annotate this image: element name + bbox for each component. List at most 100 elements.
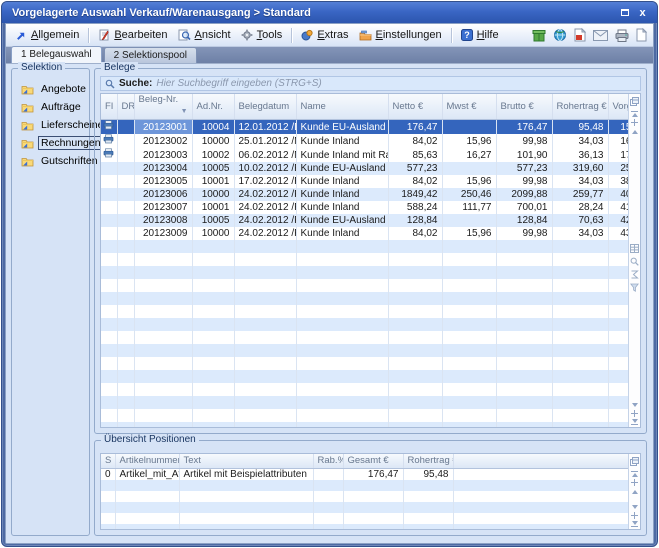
cell-netto — [388, 266, 442, 279]
close-icon[interactable]: x — [636, 7, 649, 19]
menu-hilfe[interactable]: ?Hilfe — [456, 27, 504, 43]
position-row[interactable]: 0Artikel_mit_AttributenArtikel mit Beisp… — [101, 468, 628, 480]
column-header-FI[interactable]: FI — [101, 94, 117, 120]
column-header-Vorgang[interactable]: Vorgang — [608, 94, 628, 120]
restore-icon[interactable] — [618, 7, 631, 19]
beleg-row-20123003[interactable]: 201230031000206.02.2012 /MoKunde Inland … — [101, 148, 628, 162]
sidebar-item-angebote[interactable]: Angebote — [12, 80, 89, 98]
column-header-DR[interactable]: DR — [117, 94, 134, 120]
pos-column-header-S[interactable]: S — [101, 454, 115, 468]
pos-column-header-Gesamt €[interactable]: Gesamt € — [343, 454, 403, 468]
mail-icon[interactable] — [593, 30, 608, 41]
sidebar-item-gutschriften[interactable]: Gutschriften — [12, 152, 89, 170]
pos-column-header-blank[interactable] — [453, 454, 628, 468]
filter-tool-icon[interactable] — [630, 283, 639, 292]
beleg-row-empty[interactable] — [101, 357, 628, 370]
cell-vorgang — [608, 266, 628, 279]
beleg-row-empty[interactable] — [101, 318, 628, 331]
pos-column-header-Artikelnummer[interactable]: Artikelnummer — [115, 454, 179, 468]
cell-brutto — [496, 409, 552, 422]
beleg-row-20123006[interactable]: 201230061000024.02.2012 /FrKunde Inland1… — [101, 188, 628, 201]
column-chooser-icon[interactable] — [630, 457, 639, 466]
column-header-Belegdatum[interactable]: Belegdatum — [234, 94, 296, 120]
beleg-row-empty[interactable] — [101, 253, 628, 266]
column-header-Brutto €[interactable]: Brutto € — [496, 94, 552, 120]
pos-column-header-Rohertrag €[interactable]: Rohertrag € — [403, 454, 453, 468]
beleg-row-empty[interactable] — [101, 409, 628, 422]
menu-einstellungen[interactable]: Einstellungen — [354, 27, 447, 43]
scroll-next-button[interactable] — [632, 502, 638, 511]
column-header-Netto €[interactable]: Netto € — [388, 94, 442, 120]
scroll-first-button[interactable] — [631, 109, 638, 118]
tab-2-selektionspool[interactable]: 2 Selektionspool — [104, 47, 197, 63]
menu-extras[interactable]: Extras — [296, 27, 353, 43]
beleg-row-empty[interactable] — [101, 266, 628, 279]
beleg-row-20123004[interactable]: 201230041000510.02.2012 /FrKunde EU-Ausl… — [101, 162, 628, 175]
column-header-Mwst €[interactable]: Mwst € — [442, 94, 496, 120]
menu-tools[interactable]: Tools — [236, 27, 288, 43]
document-pdf-icon[interactable] — [574, 28, 586, 42]
column-header-Ad.Nr.[interactable]: Ad.Nr. — [192, 94, 234, 120]
beleg-row-empty[interactable] — [101, 370, 628, 383]
globe-icon[interactable] — [553, 28, 567, 42]
position-row-empty[interactable] — [101, 491, 628, 502]
beleg-row-empty[interactable] — [101, 344, 628, 357]
beleg-row-20123009[interactable]: 201230091000024.02.2012 /FrKunde Inland8… — [101, 227, 628, 240]
scroll-up-button[interactable] — [631, 118, 638, 127]
beleg-row-empty[interactable] — [101, 422, 628, 427]
grid-tool-icon[interactable] — [630, 244, 639, 253]
menu-label: Hilfe — [477, 29, 499, 41]
menu-label: Allgemein — [31, 29, 79, 41]
sidebar-item-lieferscheine[interactable]: Lieferscheine — [12, 116, 89, 134]
cell-_ — [453, 513, 628, 524]
position-row-empty[interactable] — [101, 502, 628, 513]
beleg-row-empty[interactable] — [101, 396, 628, 409]
column-header-Rohertrag €[interactable]: Rohertrag € — [552, 94, 608, 120]
column-chooser-icon[interactable] — [630, 97, 639, 106]
folder-doc-icon — [21, 102, 34, 113]
position-row-empty[interactable] — [101, 480, 628, 491]
sidebar-item-rechnungen[interactable]: Rechnungen — [12, 134, 89, 152]
cell-fi — [101, 344, 117, 357]
sidebar-item-aufträge[interactable]: Aufträge — [12, 98, 89, 116]
scroll-last-button[interactable] — [631, 520, 638, 529]
sum-tool-icon[interactable] — [630, 270, 639, 279]
scroll-last-button[interactable] — [631, 418, 638, 427]
position-row-empty[interactable] — [101, 524, 628, 530]
scroll-prev-button[interactable] — [632, 487, 638, 496]
pos-column-header-Rab.%[interactable]: Rab.% — [313, 454, 343, 468]
beleg-row-20123001[interactable]: 201230011000412.01.2012 /DoKunde EU-Ausl… — [101, 120, 628, 135]
scroll-up-button[interactable] — [631, 478, 638, 487]
scroll-down-button[interactable] — [631, 511, 638, 520]
scroll-down-button[interactable] — [631, 409, 638, 418]
menu-allgemein[interactable]: Allgemein — [10, 27, 84, 43]
scroll-first-button[interactable] — [631, 469, 638, 478]
tab-1-belegauswahl[interactable]: 1 Belegauswahl — [11, 46, 102, 63]
zoom-tool-icon[interactable] — [630, 257, 639, 266]
printer-icon[interactable] — [615, 29, 629, 42]
cell-beleg_nr: 20123005 — [134, 175, 192, 188]
beleg-row-empty[interactable] — [101, 331, 628, 344]
beleg-row-20123008[interactable]: 201230081000524.02.2012 /FrKunde EU-Ausl… — [101, 214, 628, 227]
column-header-Beleg-Nr.[interactable]: Beleg-Nr.▼ — [134, 94, 192, 120]
menu-ansicht[interactable]: Ansicht — [173, 27, 236, 43]
new-page-icon[interactable] — [636, 28, 647, 42]
scroll-next-button[interactable] — [632, 400, 638, 409]
pos-column-header-Text[interactable]: Text — [179, 454, 313, 468]
cell-name — [296, 305, 388, 318]
column-header-Name[interactable]: Name — [296, 94, 388, 120]
beleg-row-20123005[interactable]: 201230051000117.02.2012 /FrKunde Inland8… — [101, 175, 628, 188]
beleg-row-20123002[interactable]: 201230021000025.01.2012 /MiKunde Inland8… — [101, 134, 628, 148]
beleg-row-empty[interactable] — [101, 292, 628, 305]
scroll-prev-button[interactable] — [632, 127, 638, 136]
beleg-row-empty[interactable] — [101, 383, 628, 396]
search-input[interactable]: Suche: Hier Suchbegriff eingeben (STRG+S… — [100, 76, 641, 91]
package-icon[interactable] — [532, 28, 546, 42]
beleg-row-empty[interactable] — [101, 305, 628, 318]
beleg-row-empty[interactable] — [101, 279, 628, 292]
cell-vorgang: 43 — [608, 227, 628, 240]
menu-bearbeiten[interactable]: Bearbeiten — [93, 27, 172, 43]
beleg-row-empty[interactable] — [101, 240, 628, 253]
position-row-empty[interactable] — [101, 513, 628, 524]
beleg-row-20123007[interactable]: 201230071000124.02.2012 /FrKunde Inland5… — [101, 201, 628, 214]
